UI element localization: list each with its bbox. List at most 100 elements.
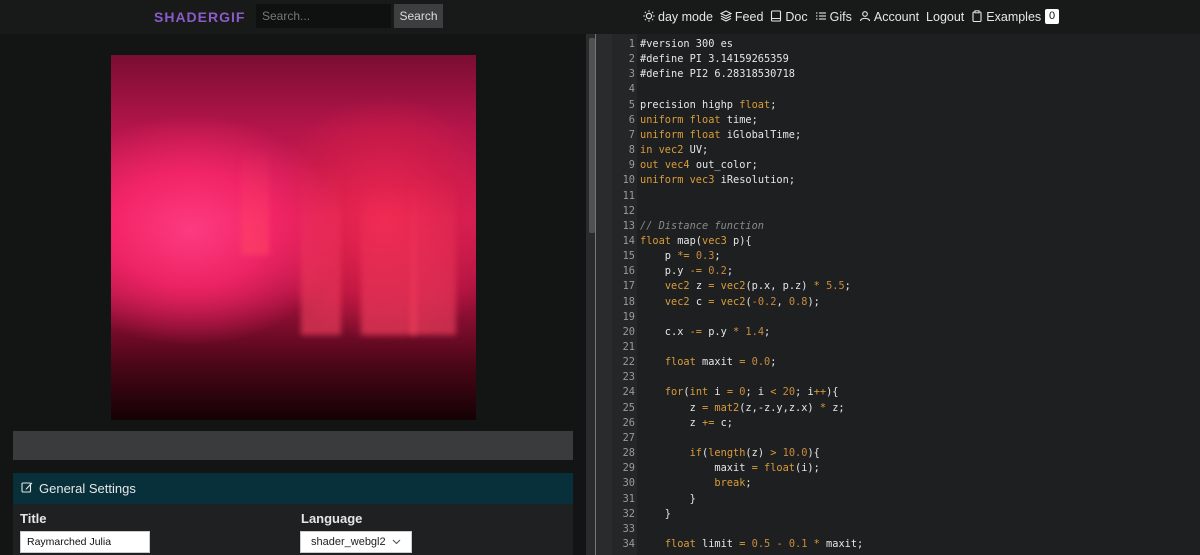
code-line[interactable]: 12 [612, 204, 1200, 219]
code-token: ){ [807, 447, 820, 460]
title-input[interactable] [20, 531, 150, 553]
nav-examples[interactable]: Examples [971, 9, 1041, 25]
code-line[interactable]: 25 z = mat2(z,-z.y,z.x) * z; [612, 401, 1200, 416]
line-number: 7 [628, 128, 635, 141]
nav-account[interactable]: Account [859, 10, 919, 25]
code-line[interactable]: 26 z += c; [612, 416, 1200, 431]
code-token: map( [671, 234, 702, 247]
code-line[interactable]: 27 [612, 431, 1200, 446]
code-line[interactable]: 14 float map(vec3 p){ [612, 234, 1200, 249]
nav-feed[interactable]: Feed [719, 9, 764, 25]
code-token: vec3 [702, 234, 727, 247]
general-settings-panel: General Settings Title Language shader_w… [13, 473, 573, 555]
line-number: 25 [622, 401, 635, 414]
code-line[interactable]: 8 in vec2 UV; [612, 143, 1200, 158]
code-text: in vec2 UV; [640, 143, 708, 158]
code-token: ++ [813, 386, 827, 399]
code-line[interactable]: 7 uniform float iGlobalTime; [612, 128, 1200, 143]
code-token: *= [677, 250, 690, 263]
line-number: 1 [628, 38, 635, 50]
code-line[interactable]: 30 break; [612, 476, 1200, 491]
code-editor[interactable]: 1 #version 300 es 2 #define PI 3.1415926535… [612, 34, 1200, 555]
code-line[interactable]: 31 } [612, 492, 1200, 507]
code-line[interactable]: 20 c.x -= p.y * 1.4; [612, 325, 1200, 340]
code-line[interactable]: 29 maxit = float(i); [612, 461, 1200, 476]
logo[interactable]: SHADERGIF [154, 9, 245, 25]
code-line[interactable]: 3 #define PI2 6.28318530718 [612, 67, 1200, 82]
nav-logout[interactable]: Logout [926, 10, 964, 24]
line-number: 14 [622, 234, 635, 247]
line-number: 13 [622, 219, 635, 232]
code-token: (i); [795, 462, 820, 475]
nav-gifs[interactable]: Gifs [815, 10, 852, 25]
book-icon [770, 9, 782, 25]
code-token: 1.4 [745, 325, 765, 338]
code-line[interactable]: 34 float limit = 0.5 - 0.1 * maxit; [612, 537, 1200, 552]
line-number: 9 [628, 159, 635, 172]
nav-doc[interactable]: Doc [770, 9, 808, 25]
code-token: z [640, 401, 702, 414]
split-divider[interactable] [586, 34, 612, 555]
code-token: // Distance function [640, 219, 764, 232]
code-line[interactable]: 10 uniform vec3 iResolution; [612, 173, 1200, 188]
code-line[interactable]: 22 float maxit = 0.0; [612, 355, 1200, 370]
code-line[interactable]: 21 [612, 340, 1200, 355]
code-token: -0.2 [751, 295, 777, 308]
code-token: 0.8 [788, 295, 808, 308]
code-token: 0.0 [751, 356, 771, 369]
code-text: precision highp float; [640, 98, 776, 113]
chevron-down-icon [392, 536, 401, 548]
code-token: , [776, 295, 789, 308]
code-token: out [640, 159, 659, 172]
line-number: 18 [622, 295, 635, 308]
code-line[interactable]: 1 #version 300 es [612, 37, 1200, 52]
nav-day-mode[interactable]: day mode [643, 9, 713, 25]
code-text: #define PI 3.14159265359 [640, 52, 789, 67]
code-line[interactable]: 2 #define PI 3.14159265359 [612, 52, 1200, 67]
line-number: 23 [622, 371, 635, 384]
code-text: z = mat2(z,-z.y,z.x) * z; [640, 401, 845, 416]
code-token: float [640, 234, 671, 247]
code-line[interactable]: 24 for(int i = 0; i < 20; i++){ [612, 385, 1200, 400]
code-token: } [640, 507, 671, 520]
code-token: 0.1 [788, 537, 808, 550]
code-token: 5.5 [826, 280, 845, 293]
code-line[interactable]: 18 vec2 c = vec2(-0.2, 0.8); [612, 295, 1200, 310]
code-line[interactable]: 23 [612, 370, 1200, 385]
code-line[interactable]: 13 // Distance function [612, 219, 1200, 234]
general-settings-header[interactable]: General Settings [13, 473, 573, 504]
code-token: z [689, 280, 709, 293]
code-token: iGlobalTime; [720, 128, 802, 141]
search-input[interactable] [256, 4, 391, 28]
code-token: mat2 [714, 401, 740, 414]
code-token: time; [720, 113, 758, 126]
code-line[interactable]: 5 precision highp float; [612, 98, 1200, 113]
notification-badge[interactable]: 0 [1045, 9, 1059, 24]
code-line[interactable]: 17 vec2 z = vec2(p.x, p.z) * 5.5; [612, 279, 1200, 294]
code-token: vec2 [720, 295, 746, 308]
code-line[interactable]: 33 [612, 522, 1200, 537]
code-line[interactable]: 9 out vec4 out_color; [612, 158, 1200, 173]
code-line[interactable]: 19 [612, 310, 1200, 325]
code-token: length [708, 447, 746, 460]
language-select[interactable]: shader_webgl2 [300, 531, 412, 553]
code-token: if [689, 447, 703, 460]
code-token: vec2 [664, 295, 690, 308]
nav-feed-label: Feed [734, 10, 764, 24]
layers-icon [719, 9, 733, 25]
code-line[interactable]: 11 [612, 189, 1200, 204]
code-token: vec4 [664, 159, 690, 172]
shader-preview-canvas[interactable] [111, 55, 476, 420]
code-token: ; [764, 325, 771, 338]
code-line[interactable]: 16 p.y -= 0.2; [612, 264, 1200, 279]
search-button[interactable]: Search [394, 4, 443, 28]
code-line[interactable]: 6 uniform float time; [612, 113, 1200, 128]
code-text: vec2 c = vec2(-0.2, 0.8); [640, 295, 820, 310]
code-line[interactable]: 4 [612, 82, 1200, 97]
code-line[interactable]: 32 } [612, 507, 1200, 522]
line-number: 34 [622, 537, 635, 550]
code-line[interactable]: 15 p *= 0.3; [612, 249, 1200, 264]
code-token: for [664, 386, 684, 399]
code-line[interactable]: 28 if(length(z) > 10.0){ [612, 446, 1200, 461]
